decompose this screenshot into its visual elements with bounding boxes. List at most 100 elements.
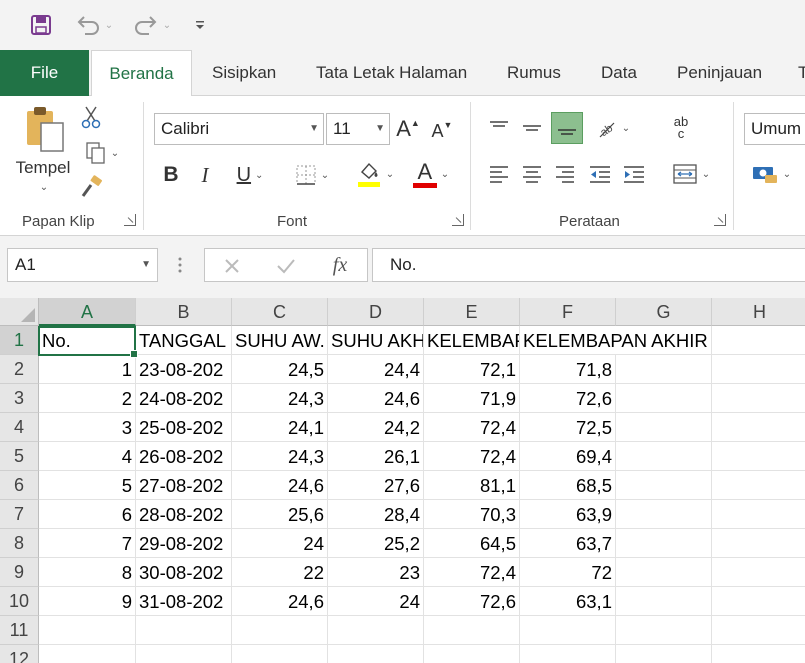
table-cell[interactable]: 24 [232, 529, 328, 558]
row-header-10[interactable]: 10 [0, 587, 39, 616]
table-cell[interactable]: 64,5 [424, 529, 520, 558]
column-header-e[interactable]: E [424, 298, 520, 326]
table-cell[interactable]: 72,5 [520, 413, 616, 442]
table-cell[interactable]: 71,8 [520, 355, 616, 384]
font-size-combo[interactable]: 11 ▼ [326, 113, 390, 145]
tab-file[interactable]: File [0, 50, 89, 96]
table-cell[interactable]: 72,6 [424, 587, 520, 616]
tab-data[interactable]: Data [601, 50, 637, 96]
wrap-text-icon[interactable]: ab c [667, 112, 695, 144]
cell[interactable] [424, 616, 520, 645]
cell[interactable] [616, 442, 712, 471]
table-cell[interactable]: 26,1 [328, 442, 424, 471]
tab-beranda[interactable]: Beranda [91, 50, 192, 97]
cell[interactable] [39, 645, 136, 663]
paste-dropdown-icon[interactable]: ⌄ [34, 180, 54, 194]
table-cell[interactable]: 24,2 [328, 413, 424, 442]
font-name-combo[interactable]: Calibri ▼ [154, 113, 324, 145]
row-header-4[interactable]: 4 [0, 413, 39, 442]
table-cell[interactable]: 4 [39, 442, 136, 471]
column-header-g[interactable]: G [616, 298, 712, 326]
cell[interactable] [136, 616, 232, 645]
column-header-f[interactable]: F [520, 298, 616, 326]
table-cell[interactable]: 23-08-202 [136, 355, 232, 384]
table-cell[interactable]: 72 [520, 558, 616, 587]
customize-toolbar-icon[interactable] [190, 12, 210, 38]
row-header-3[interactable]: 3 [0, 384, 39, 413]
table-cell[interactable]: 24,4 [328, 355, 424, 384]
table-cell[interactable]: 29-08-202 [136, 529, 232, 558]
table-cell[interactable]: 28,4 [328, 500, 424, 529]
table-cell[interactable]: 69,4 [520, 442, 616, 471]
borders-button[interactable]: ⌄ [288, 160, 336, 190]
table-cell[interactable]: 24,6 [232, 471, 328, 500]
cell[interactable] [328, 645, 424, 663]
undo-icon[interactable]: ⌄ [70, 12, 118, 38]
cell[interactable] [616, 558, 712, 587]
cell[interactable] [616, 529, 712, 558]
table-cell[interactable]: 30-08-202 [136, 558, 232, 587]
cell[interactable] [616, 413, 712, 442]
column-header-h[interactable]: H [712, 298, 805, 326]
row-header-8[interactable]: 8 [0, 529, 39, 558]
tab-truncated[interactable]: T [798, 50, 805, 96]
cell[interactable] [712, 587, 805, 616]
table-cell[interactable]: 72,1 [424, 355, 520, 384]
save-icon[interactable] [28, 12, 54, 38]
row-header-7[interactable]: 7 [0, 500, 39, 529]
shrink-font-button[interactable]: A ▼ [430, 116, 454, 146]
tab-sisipkan[interactable]: Sisipkan [212, 50, 276, 96]
table-cell[interactable]: 24 [328, 587, 424, 616]
align-middle-icon[interactable] [518, 112, 546, 144]
table-cell[interactable]: 31-08-202 [136, 587, 232, 616]
paste-button[interactable]: Tempel [8, 156, 78, 180]
tab-tata-letak-halaman[interactable]: Tata Letak Halaman [316, 50, 467, 96]
table-cell[interactable]: 6 [39, 500, 136, 529]
table-cell[interactable]: 8 [39, 558, 136, 587]
header-cell[interactable]: SUHU AW. [232, 326, 328, 355]
row-header-6[interactable]: 6 [0, 471, 39, 500]
table-cell[interactable]: 24,5 [232, 355, 328, 384]
enter-icon[interactable] [273, 253, 299, 279]
table-cell[interactable]: 72,6 [520, 384, 616, 413]
align-left-icon[interactable] [485, 158, 513, 190]
table-cell[interactable]: 24,3 [232, 442, 328, 471]
cell[interactable] [712, 616, 805, 645]
cell[interactable] [712, 471, 805, 500]
paste-icon[interactable] [20, 104, 70, 156]
align-bottom-icon[interactable] [551, 112, 583, 144]
name-box[interactable]: A1 ▼ [7, 248, 158, 282]
cell[interactable] [232, 645, 328, 663]
cell[interactable] [712, 413, 805, 442]
table-cell[interactable]: 63,1 [520, 587, 616, 616]
table-cell[interactable]: 2 [39, 384, 136, 413]
cell[interactable] [39, 616, 136, 645]
select-all-button[interactable] [0, 298, 39, 326]
font-color-button[interactable]: A ⌄ [406, 158, 456, 190]
row-header-9[interactable]: 9 [0, 558, 39, 587]
table-cell[interactable]: 81,1 [424, 471, 520, 500]
cell[interactable] [616, 500, 712, 529]
cell[interactable] [712, 529, 805, 558]
table-cell[interactable]: 7 [39, 529, 136, 558]
increase-indent-icon[interactable] [620, 158, 648, 190]
table-cell[interactable]: 26-08-202 [136, 442, 232, 471]
clipboard-launcher-icon[interactable] [124, 214, 136, 226]
tab-rumus[interactable]: Rumus [507, 50, 561, 96]
table-cell[interactable]: 24,6 [232, 587, 328, 616]
cut-icon[interactable] [78, 104, 104, 130]
font-launcher-icon[interactable] [452, 214, 464, 226]
cancel-icon[interactable] [219, 253, 245, 279]
table-cell[interactable]: 27-08-202 [136, 471, 232, 500]
tab-peninjauan[interactable]: Peninjauan [677, 50, 762, 96]
table-cell[interactable]: 71,9 [424, 384, 520, 413]
row-header-2[interactable]: 2 [0, 355, 39, 384]
table-cell[interactable]: 24,1 [232, 413, 328, 442]
decrease-indent-icon[interactable] [586, 158, 614, 190]
underline-button[interactable]: U ⌄ [226, 160, 274, 190]
cell[interactable] [616, 384, 712, 413]
format-painter-icon[interactable] [78, 174, 104, 200]
table-cell[interactable]: 1 [39, 355, 136, 384]
row-header-1[interactable]: 1 [0, 326, 39, 355]
cell[interactable] [616, 616, 712, 645]
